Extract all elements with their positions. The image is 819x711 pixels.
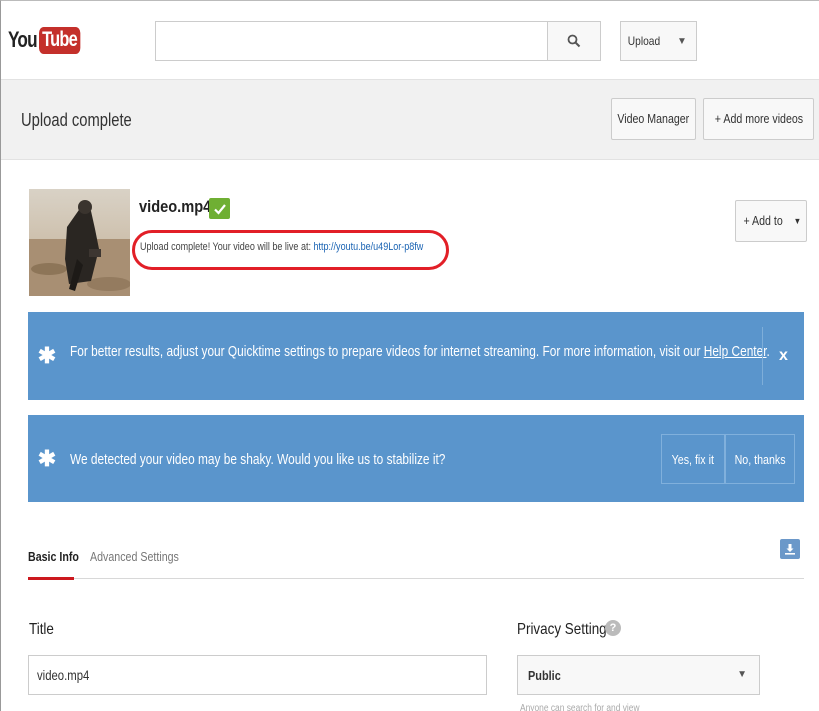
upload-status-bar: Upload complete Video Manager + Add more… (1, 79, 819, 160)
stabilize-notice-text: We detected your video may be shaky. Wou… (70, 452, 446, 468)
search-bar (155, 21, 601, 61)
add-to-button[interactable]: + Add to ▼ (735, 200, 807, 242)
download-icon (785, 544, 795, 555)
title-field[interactable] (28, 655, 487, 695)
page-title: Upload complete (21, 110, 132, 130)
tab-advanced-settings[interactable]: Advanced Settings (90, 549, 179, 564)
help-icon[interactable]: ? (605, 620, 621, 636)
logo-you-text: You (8, 27, 38, 52)
masthead: You Tube Upload ▼ (1, 1, 819, 79)
download-button[interactable] (780, 539, 800, 559)
privacy-settings-label: Privacy Settings (517, 621, 614, 638)
tab-basic-info[interactable]: Basic Info (28, 549, 79, 564)
search-input[interactable] (156, 22, 548, 60)
logo-tube-text: Tube (39, 26, 81, 54)
help-center-link[interactable]: Help Center (704, 344, 767, 360)
chevron-down-icon: ▼ (737, 669, 747, 680)
annotation-highlight (132, 230, 449, 270)
upload-button[interactable]: Upload ▼ (620, 21, 697, 61)
video-filename: video.mp4 (139, 197, 212, 216)
upload-label: Upload (627, 34, 661, 48)
add-more-videos-label: + Add more videos (714, 112, 803, 126)
add-to-label: + Add to (743, 214, 784, 228)
quicktime-notice-message: For better results, adjust your Quicktim… (70, 344, 704, 360)
privacy-select[interactable]: Public ▼ (517, 655, 760, 695)
yes-fix-it-button[interactable]: Yes, fix it (661, 434, 725, 484)
video-manager-label: Video Manager (617, 112, 690, 126)
no-thanks-button[interactable]: No, thanks (725, 434, 795, 484)
active-tab-indicator (28, 577, 74, 580)
stabilize-notice-banner: ✱ We detected your video may be shaky. W… (28, 415, 804, 502)
yes-fix-it-label: Yes, fix it (671, 451, 715, 467)
search-icon (567, 34, 581, 48)
quicktime-notice-banner: ✱ For better results, adjust your Quickt… (28, 312, 804, 400)
no-thanks-label: No, thanks (734, 451, 786, 467)
chevron-down-icon[interactable]: ▼ (677, 36, 687, 47)
close-banner-button[interactable]: x (762, 327, 804, 385)
add-more-videos-button[interactable]: + Add more videos (703, 98, 814, 140)
search-button[interactable] (547, 22, 600, 60)
video-manager-button[interactable]: Video Manager (611, 98, 696, 140)
privacy-selected-value: Public (528, 668, 561, 683)
youtube-logo[interactable]: You Tube (8, 25, 92, 55)
asterisk-icon: ✱ (37, 445, 57, 471)
settings-tabs: Basic Info Advanced Settings (28, 539, 804, 580)
upload-success-badge (209, 198, 230, 219)
checkmark-icon (213, 203, 226, 215)
quicktime-notice-text: For better results, adjust your Quicktim… (70, 344, 779, 360)
chevron-down-icon: ▼ (793, 216, 801, 226)
video-thumbnail (29, 189, 130, 296)
privacy-hint-text: Anyone can search for and view (520, 703, 640, 711)
asterisk-icon: ✱ (37, 343, 57, 368)
thumbnail-image (29, 189, 130, 296)
close-icon: x (779, 347, 788, 364)
page: You Tube Upload ▼ Upload complete Video … (0, 0, 819, 711)
title-label: Title (29, 621, 54, 638)
